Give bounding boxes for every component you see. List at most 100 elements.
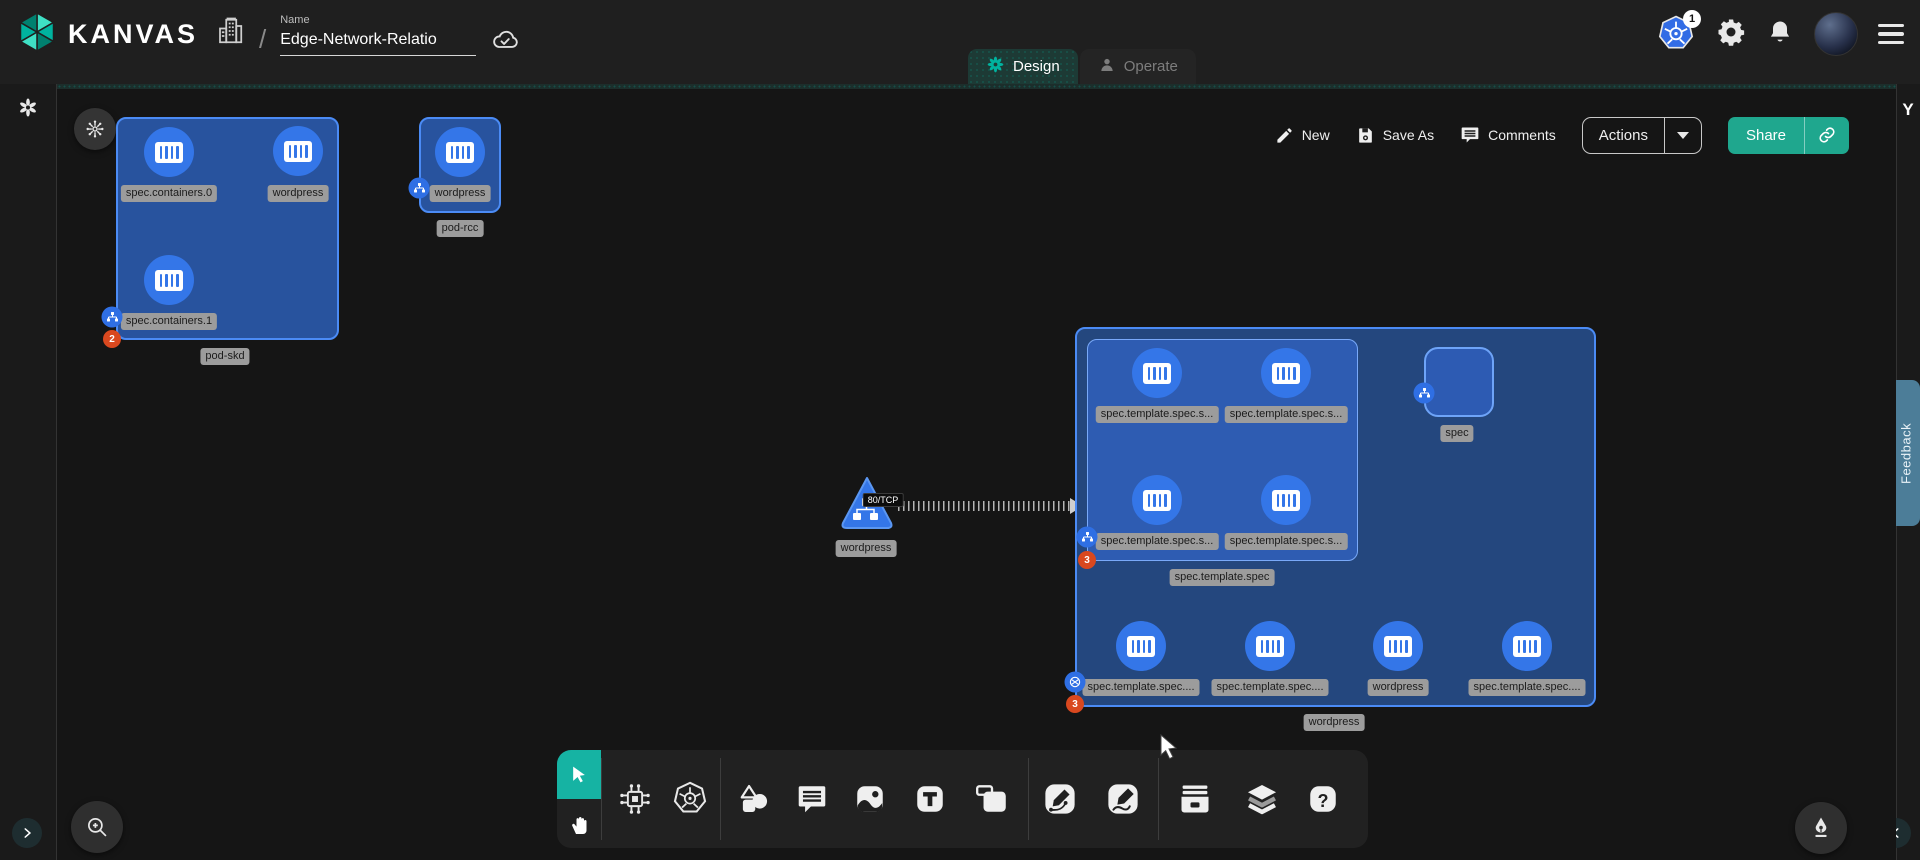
node-label: spec.template.spec.s... <box>1225 533 1348 550</box>
canvas-top-strip <box>57 84 1896 89</box>
tool-drawer[interactable] <box>1177 781 1213 817</box>
settings-gear-icon[interactable] <box>1716 17 1746 52</box>
collapsed-count-badge[interactable]: 3 <box>1066 695 1084 713</box>
container-icon <box>1256 636 1284 657</box>
edge-service-to-deployment[interactable] <box>898 501 1070 511</box>
container-icon <box>1513 636 1541 657</box>
tool-help[interactable]: ? <box>1306 782 1340 816</box>
node-label: spec.template.spec.s... <box>1225 406 1348 423</box>
container-icon <box>1143 363 1171 384</box>
share-button[interactable]: Share <box>1728 117 1849 154</box>
breadcrumb-separator: / <box>259 24 266 55</box>
comment-icon <box>1460 125 1480 145</box>
service-label: wordpress <box>836 540 897 557</box>
tab-design-label: Design <box>1013 58 1060 75</box>
node-template-container-2[interactable] <box>1132 475 1182 525</box>
node-label: spec.template.spec.... <box>1212 679 1329 696</box>
container-icon <box>155 142 183 163</box>
notifications-bell-icon[interactable] <box>1766 18 1794 51</box>
collapsed-count-badge[interactable]: 3 <box>1078 551 1096 569</box>
design-canvas[interactable]: New Save As Comments Actions Share <box>57 84 1896 860</box>
node-spec[interactable] <box>1424 347 1494 417</box>
node-label: wordpress <box>268 185 329 202</box>
kanvas-logo-icon[interactable] <box>16 10 58 59</box>
container-icon <box>1384 636 1412 657</box>
tool-tab[interactable] <box>974 782 1010 816</box>
edge-port-label: 80/TCP <box>863 493 904 507</box>
node-template-container-0[interactable] <box>1132 348 1182 398</box>
tab-design[interactable]: Design <box>968 49 1078 84</box>
pen-nib-button[interactable] <box>1795 802 1847 854</box>
container-icon <box>284 141 312 162</box>
node-label: spec.containers.0 <box>121 185 217 202</box>
node-wordpress-container[interactable] <box>273 126 323 176</box>
tool-pen[interactable] <box>1042 781 1078 817</box>
feedback-tab[interactable]: Feedback <box>1892 380 1920 526</box>
save-as-button[interactable]: Save As <box>1356 126 1434 145</box>
zoom-button[interactable] <box>71 801 123 853</box>
new-button[interactable]: New <box>1275 126 1330 145</box>
node-bottom-container-0[interactable] <box>1116 621 1166 671</box>
header-right-icons: 1 <box>1656 10 1904 58</box>
node-label: wordpress <box>1368 679 1429 696</box>
group-label-spec-template-spec: spec.template.spec <box>1170 569 1275 586</box>
snowflake-button[interactable] <box>74 108 116 150</box>
node-wordpress-container[interactable] <box>435 127 485 177</box>
left-rail <box>0 84 57 860</box>
node-label: wordpress <box>430 185 491 202</box>
tool-pencil-draw[interactable] <box>1105 781 1141 817</box>
pod-badge-icon[interactable] <box>1414 383 1435 404</box>
design-name-label: Name <box>280 14 476 26</box>
floppy-icon <box>1356 126 1375 145</box>
group-label-pod-rcc: pod-rcc <box>437 220 484 237</box>
node-label: spec.template.spec.s... <box>1096 533 1219 550</box>
node-bottom-container-1[interactable] <box>1245 621 1295 671</box>
pen-nib-icon <box>1808 815 1834 841</box>
actions-dropdown-button[interactable]: Actions <box>1582 117 1702 154</box>
node-bottom-container-3[interactable] <box>1502 621 1552 671</box>
group-spec-template-spec[interactable] <box>1087 339 1358 561</box>
expand-left-panel-button[interactable] <box>12 818 42 848</box>
chevron-down-icon[interactable] <box>1665 132 1701 139</box>
tab-operate[interactable]: Operate <box>1080 49 1196 84</box>
header: KANVAS / Name <box>0 0 1920 84</box>
pod-badge-icon[interactable] <box>1077 527 1098 548</box>
container-icon <box>1272 363 1300 384</box>
deployment-badge-icon[interactable] <box>1065 672 1086 693</box>
kubernetes-context-button[interactable]: 1 <box>1656 14 1696 54</box>
node-bottom-container-2[interactable] <box>1373 621 1423 671</box>
tool-pan-hand[interactable] <box>557 799 601 848</box>
comments-button[interactable]: Comments <box>1460 125 1556 145</box>
container-icon <box>446 142 474 163</box>
pod-badge-icon[interactable] <box>102 307 123 328</box>
node-template-container-3[interactable] <box>1261 475 1311 525</box>
cursor-arrow-icon <box>569 765 589 785</box>
magnifier-plus-icon <box>84 814 110 840</box>
tool-text[interactable] <box>913 782 947 816</box>
workspace-building-icon[interactable] <box>215 14 245 53</box>
tool-kubernetes[interactable] <box>671 780 709 818</box>
group-label-pod-skd: pod-skd <box>200 348 249 365</box>
mouse-cursor <box>1157 734 1181 765</box>
collapsed-count-badge[interactable]: 2 <box>103 330 121 348</box>
tool-comment[interactable] <box>795 782 829 816</box>
node-spec-containers-1[interactable] <box>144 255 194 305</box>
tool-shapes[interactable] <box>735 781 771 817</box>
tool-select-cursor[interactable] <box>557 750 601 799</box>
tool-components[interactable] <box>616 780 654 818</box>
canvas-toolbar: ? <box>557 750 1368 848</box>
user-avatar[interactable] <box>1814 12 1858 56</box>
design-name-input[interactable] <box>280 29 476 56</box>
node-template-container-1[interactable] <box>1261 348 1311 398</box>
group-label-deployment-wordpress: wordpress <box>1304 714 1365 731</box>
canvas-actions-bar: New Save As Comments Actions Share <box>1275 116 1849 154</box>
design-spiral-icon <box>986 55 1005 78</box>
pod-badge-icon[interactable] <box>409 178 430 199</box>
yaml-panel-toggle[interactable]: Y <box>1898 100 1918 120</box>
tool-layers[interactable] <box>1244 781 1280 817</box>
hamburger-menu-icon[interactable] <box>1878 24 1904 44</box>
meshery-spiral-icon[interactable] <box>17 97 39 124</box>
copy-link-icon[interactable] <box>1805 126 1849 144</box>
node-spec-containers-0[interactable] <box>144 127 194 177</box>
tool-image[interactable] <box>853 782 887 816</box>
